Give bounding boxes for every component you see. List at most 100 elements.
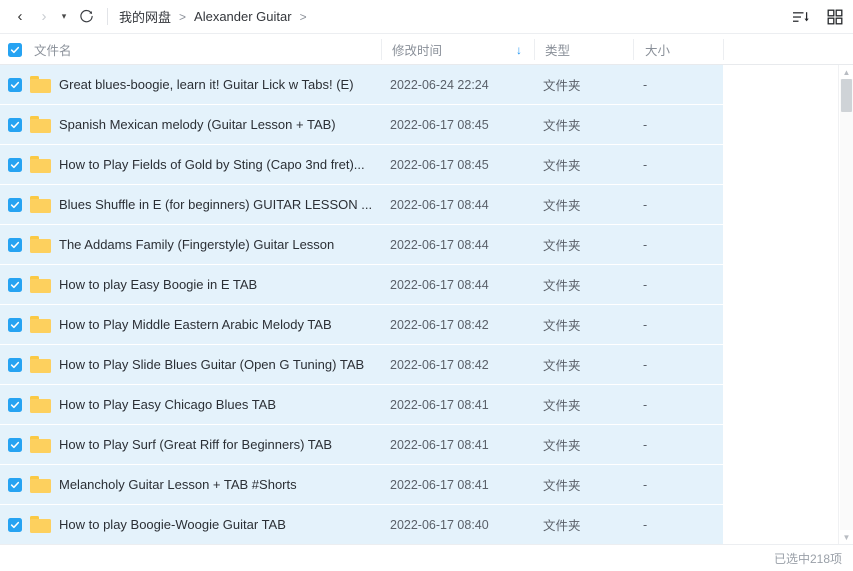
table-row[interactable]: Great blues-boogie, learn it! Guitar Lic… (0, 65, 838, 105)
row-checkbox[interactable] (8, 77, 22, 92)
forward-button[interactable]: › (32, 5, 56, 29)
breadcrumb-item-current[interactable]: Alexander Guitar (193, 9, 293, 24)
row-mtime-cell: 2022-06-24 22:24 (390, 65, 489, 104)
row-name-cell[interactable]: Spanish Mexican melody (Guitar Lesson + … (59, 105, 377, 144)
row-checkbox-cell[interactable] (8, 65, 22, 104)
row-size-label: - (643, 517, 648, 532)
column-header-size[interactable]: 大小 (645, 34, 670, 65)
row-name-cell[interactable]: How to Play Slide Blues Guitar (Open G T… (59, 345, 377, 384)
row-name-label: How to Play Easy Chicago Blues TAB (59, 397, 277, 412)
row-checkbox-cell[interactable] (8, 225, 22, 264)
row-checkbox[interactable] (8, 437, 22, 452)
row-mtime-label: 2022-06-17 08:45 (390, 157, 489, 172)
row-mtime-label: 2022-06-24 22:24 (390, 77, 489, 92)
table-row[interactable]: How to Play Slide Blues Guitar (Open G T… (0, 345, 838, 385)
table-row[interactable]: How to play Boogie-Woogie Guitar TAB 2022… (0, 505, 838, 544)
row-checkbox[interactable] (8, 477, 22, 492)
row-size-cell: - (643, 145, 647, 184)
scrollbar-track[interactable] (840, 79, 853, 530)
row-checkbox-cell[interactable] (8, 345, 22, 384)
table-row[interactable]: How to play Easy Boogie in E TAB 2022-06-… (0, 265, 838, 305)
row-checkbox-cell[interactable] (8, 385, 22, 424)
column-header-mtime[interactable]: 修改时间 (392, 34, 442, 65)
row-icon-cell (30, 345, 51, 384)
row-checkbox[interactable] (8, 317, 22, 332)
row-checkbox-cell[interactable] (8, 505, 22, 544)
table-row[interactable]: How to Play Easy Chicago Blues TAB 2022-0… (0, 385, 838, 425)
row-name-cell[interactable]: How to Play Easy Chicago Blues TAB (59, 385, 377, 424)
table-row[interactable]: How to Play Fields of Gold by Sting (Cap… (0, 145, 838, 185)
top-toolbar: ‹ › ▾ 我的网盘 > Alexander Guitar > (0, 0, 853, 33)
row-name-cell[interactable]: How to Play Fields of Gold by Sting (Cap… (59, 145, 377, 184)
row-checkbox-cell[interactable] (8, 265, 22, 304)
column-divider-1 (381, 39, 382, 60)
row-icon-cell (30, 65, 51, 104)
row-checkbox-cell[interactable] (8, 105, 22, 144)
row-size-label: - (643, 237, 648, 252)
row-mtime-cell: 2022-06-17 08:40 (390, 505, 489, 544)
scrollbar-thumb[interactable] (841, 79, 852, 112)
select-all-checkbox[interactable] (8, 42, 22, 57)
row-checkbox[interactable] (8, 517, 22, 532)
row-checkbox[interactable] (8, 157, 22, 172)
row-size-label: - (643, 117, 648, 132)
table-row[interactable]: The Addams Family (Fingerstyle) Guitar L… (0, 225, 838, 265)
row-checkbox[interactable] (8, 237, 22, 252)
back-button[interactable]: ‹ (8, 5, 32, 29)
row-checkbox[interactable] (8, 197, 22, 212)
folder-icon (30, 76, 51, 93)
row-checkbox-cell[interactable] (8, 185, 22, 224)
folder-icon (30, 116, 51, 133)
table-row[interactable]: Blues Shuffle in E (for beginners) GUITA… (0, 185, 838, 225)
row-checkbox[interactable] (8, 397, 22, 412)
vertical-scrollbar[interactable]: ▲ ▼ (838, 65, 853, 544)
row-type-cell: 文件夹 (543, 265, 581, 304)
row-name-cell[interactable]: How to Play Surf (Great Riff for Beginne… (59, 425, 377, 464)
row-size-label: - (643, 77, 648, 92)
row-name-cell[interactable]: Great blues-boogie, learn it! Guitar Lic… (59, 65, 377, 104)
row-mtime-label: 2022-06-17 08:41 (390, 397, 489, 412)
row-type-label: 文件夹 (543, 519, 581, 533)
row-type-cell: 文件夹 (543, 345, 581, 384)
row-checkbox-cell[interactable] (8, 465, 22, 504)
row-name-cell[interactable]: How to play Boogie-Woogie Guitar TAB (59, 505, 377, 544)
scroll-up-button[interactable]: ▲ (839, 65, 853, 79)
row-name-cell[interactable]: Blues Shuffle in E (for beginners) GUITA… (59, 185, 377, 224)
row-checkbox[interactable] (8, 357, 22, 372)
table-row[interactable]: Melancholy Guitar Lesson + TAB #Shorts 20… (0, 465, 838, 505)
refresh-icon (79, 9, 93, 23)
table-row[interactable]: How to Play Middle Eastern Arabic Melody… (0, 305, 838, 345)
table-row[interactable]: Spanish Mexican melody (Guitar Lesson + … (0, 105, 838, 145)
folder-icon (30, 316, 51, 333)
refresh-button[interactable] (74, 5, 98, 29)
column-header-type-label: 类型 (545, 44, 571, 58)
row-checkbox-cell[interactable] (8, 305, 22, 344)
selection-count-label: 已选中218项 (773, 551, 842, 566)
table-row[interactable]: How to Play Surf (Great Riff for Beginne… (0, 425, 838, 465)
row-name-cell[interactable]: The Addams Family (Fingerstyle) Guitar L… (59, 225, 377, 264)
history-dropdown-button[interactable]: ▾ (56, 5, 72, 29)
grid-view-button[interactable] (825, 7, 845, 27)
sort-descending-arrow-icon: ↓ (516, 42, 522, 57)
row-name-cell[interactable]: How to play Easy Boogie in E TAB (59, 265, 377, 304)
row-name-cell[interactable]: Melancholy Guitar Lesson + TAB #Shorts (59, 465, 377, 504)
column-header-mtime-label: 修改时间 (392, 44, 443, 58)
column-header-name-label: 文件名 (34, 44, 72, 58)
breadcrumb-item-root[interactable]: 我的网盘 (118, 7, 172, 26)
row-checkbox[interactable] (8, 117, 22, 132)
folder-icon (30, 276, 51, 293)
row-name-cell[interactable]: How to Play Middle Eastern Arabic Melody… (59, 305, 377, 344)
row-mtime-label: 2022-06-17 08:45 (390, 117, 489, 132)
column-divider-2 (534, 39, 535, 60)
folder-icon (30, 156, 51, 173)
caret-down-icon: ▾ (61, 11, 67, 21)
row-type-cell: 文件夹 (543, 145, 581, 184)
row-checkbox-cell[interactable] (8, 425, 22, 464)
chevron-right-icon: › (41, 8, 47, 25)
column-header-type[interactable]: 类型 (545, 34, 570, 65)
row-checkbox[interactable] (8, 277, 22, 292)
scroll-down-button[interactable]: ▼ (839, 530, 853, 544)
row-checkbox-cell[interactable] (8, 145, 22, 184)
sort-button[interactable] (791, 7, 811, 27)
column-header-name[interactable]: 文件名 (8, 34, 72, 65)
